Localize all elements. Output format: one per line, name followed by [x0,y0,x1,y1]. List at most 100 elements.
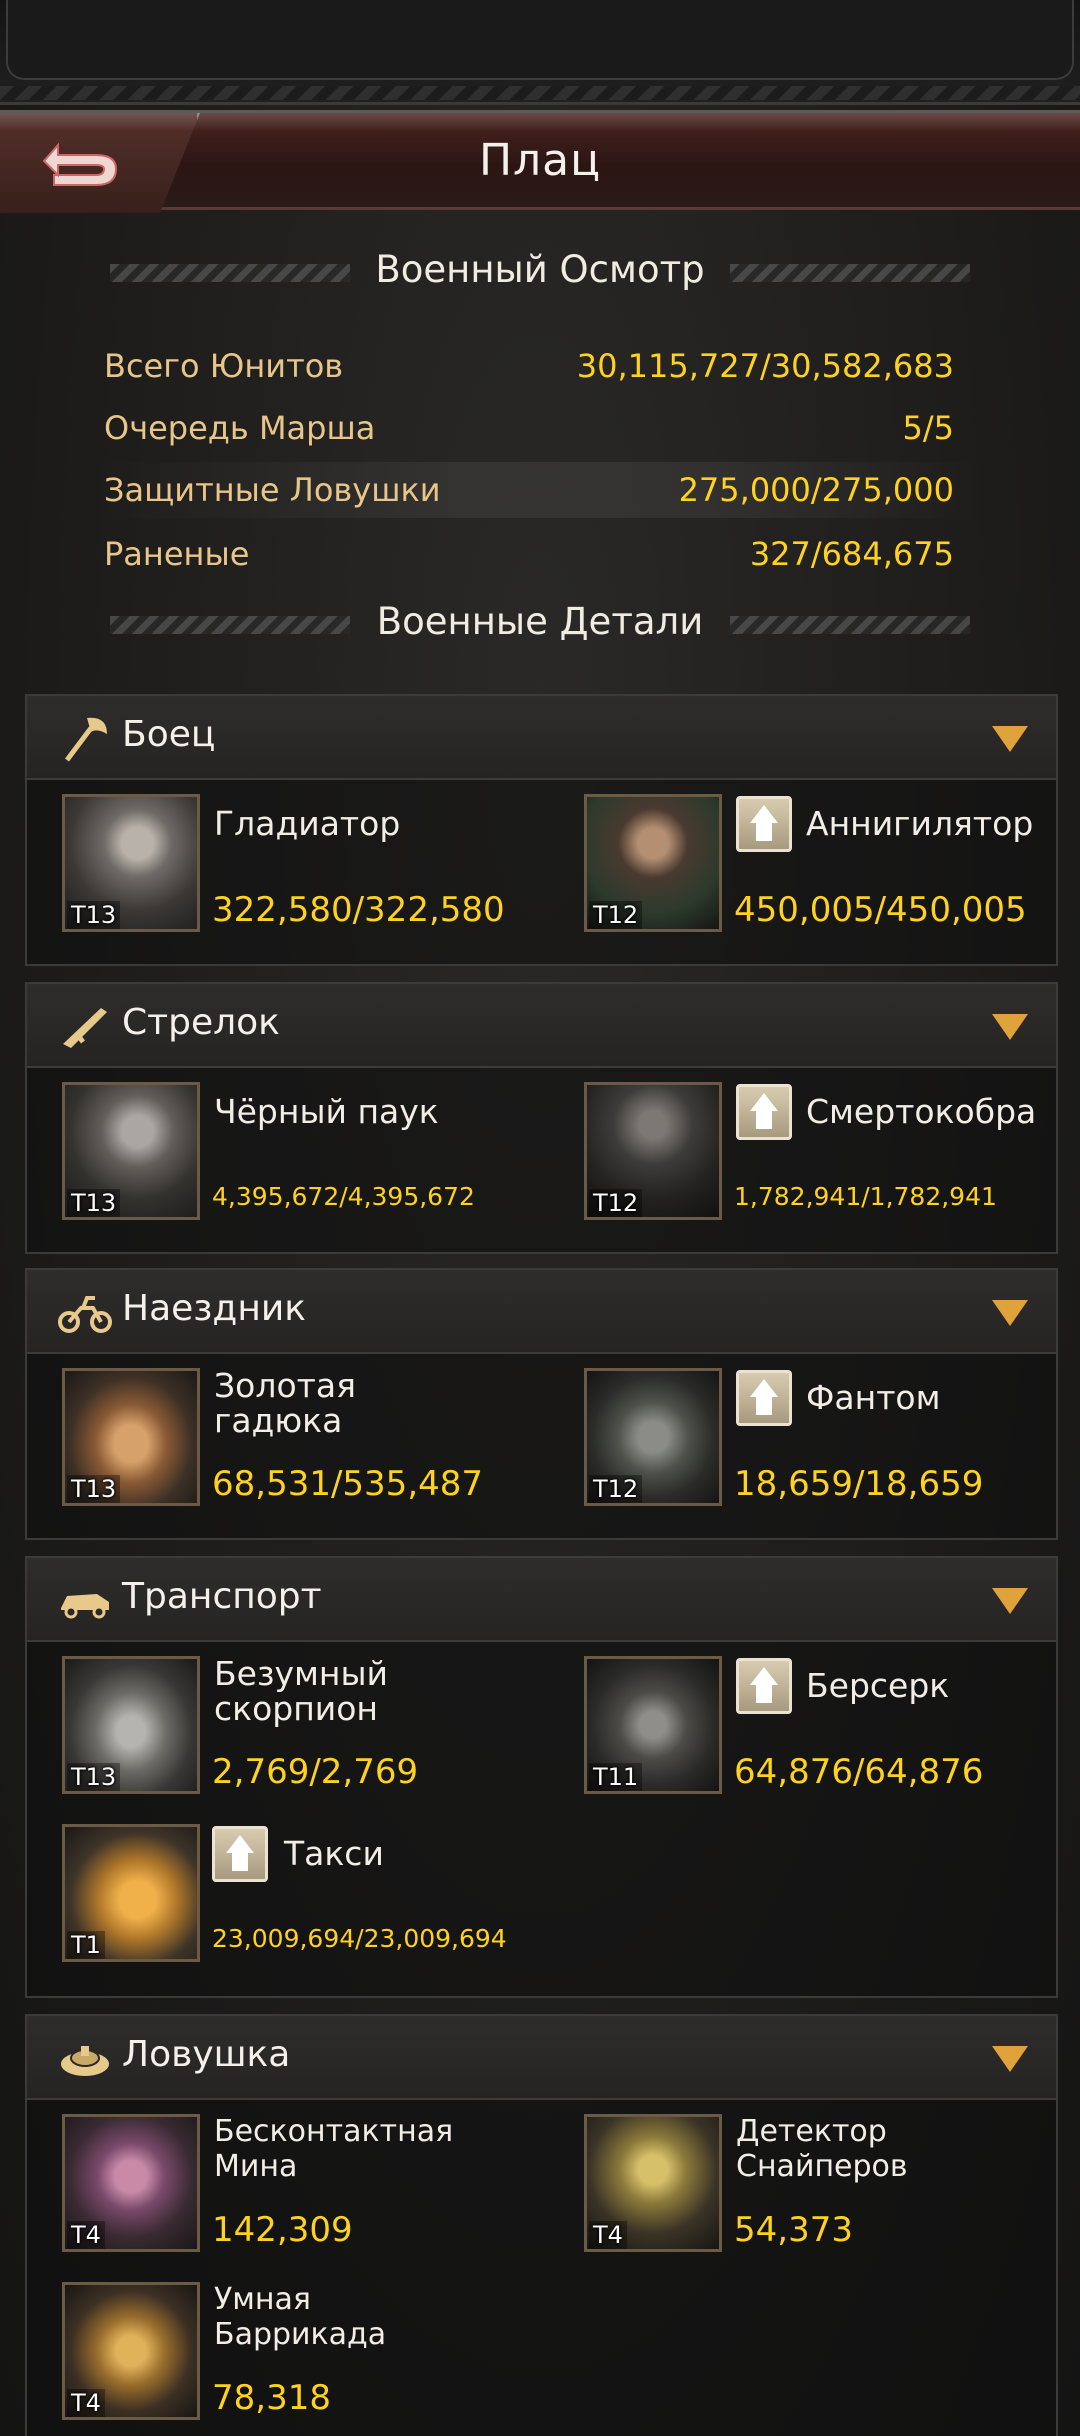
unit-tier: T13 [67,1189,121,1217]
category-header[interactable]: Боец [27,696,1056,780]
unit-name-line: Баррикада [214,2317,387,2352]
top-frame [0,0,1080,105]
category-name: Транспорт [122,1576,322,1617]
chevron-down-icon[interactable] [992,2046,1028,2072]
unit-portrait: T13 [62,794,200,932]
motorcycle-icon [58,1296,112,1333]
details-title: Военные Детали [0,600,1080,650]
upgrade-arrow-icon[interactable] [212,1826,268,1882]
car-icon [61,1594,109,1619]
unit-name-line: Умная [214,2282,311,2317]
stat-label: Всего Юнитов [104,347,344,385]
category-header[interactable]: Стрелок [27,984,1056,1068]
stat-row-defensive-traps: Защитные Ловушки 275,000/275,000 [90,462,990,518]
unit-item[interactable]: T12 Фантом 18,659/18,659 [584,1368,1064,1518]
unit-tier: T13 [67,1475,121,1503]
unit-item[interactable]: T1 Такси 23,009,694/23,009,694 [62,1824,542,1974]
unit-name: Берсерк [806,1666,950,1705]
unit-tier: T13 [67,901,121,929]
unit-portrait: T4 [62,2114,200,2252]
unit-name: Чёрный паук [214,1092,439,1131]
category-header[interactable]: Наездник [27,1270,1056,1354]
category-name: Наездник [122,1288,306,1329]
unit-tier: T12 [589,901,643,929]
hazard-stripes [0,86,1080,100]
stat-row-march-queue: Очередь Марша 5/5 [90,400,990,456]
chevron-down-icon[interactable] [992,1300,1028,1326]
page-title: Плац [478,135,602,186]
unit-tier: T11 [589,1763,643,1791]
unit-name-line: Мина [214,2149,298,2184]
unit-name: Гладиатор [214,804,401,843]
title-decoration-left [110,264,350,282]
stat-label: Раненые [104,535,250,573]
unit-item[interactable]: T13 Безумный скорпион 2,769/2,769 [62,1656,542,1806]
unit-item[interactable]: T4 Умная Баррикада 78,318 [62,2282,542,2432]
unit-portrait: T1 [62,1824,200,1962]
unit-item[interactable]: T4 Детектор Снайперов 54,373 [584,2114,1064,2264]
stat-value: 30,115,727/30,582,683 [576,347,954,385]
unit-portrait: T12 [584,794,722,932]
unit-name: Детектор Снайперов [736,2114,908,2184]
unit-name-line: Снайперов [736,2149,908,2184]
category-header[interactable]: Транспорт [27,1558,1056,1642]
stat-value: 5/5 [902,409,955,447]
chevron-down-icon[interactable] [992,1588,1028,1614]
unit-name: Фантом [806,1378,941,1417]
inspection-title: Военный Осмотр [0,248,1080,298]
unit-count: 4,395,672/4,395,672 [212,1182,475,1211]
unit-name: Безумный скорпион [214,1656,388,1726]
unit-name-line: Золотая [214,1366,356,1405]
chevron-down-icon[interactable] [992,1014,1028,1040]
unit-item[interactable]: T13 Гладиатор 322,580/322,580 [62,794,542,944]
unit-tier: T12 [589,1189,643,1217]
title-decoration-right [730,616,970,634]
unit-item[interactable]: T13 Золотая гадюка 68,531/535,487 [62,1368,542,1518]
unit-count: 23,009,694/23,009,694 [212,1924,507,1953]
inspection-title-text: Военный Осмотр [375,248,705,291]
unit-count: 68,531/535,487 [212,1464,484,1504]
unit-name-line: скорпион [214,1689,379,1728]
unit-name-line: Безумный [214,1654,388,1693]
stat-row-total-units: Всего Юнитов 30,115,727/30,582,683 [90,338,990,394]
upgrade-arrow-icon[interactable] [736,1370,792,1426]
axe-icon [65,717,107,762]
unit-count: 2,769/2,769 [212,1752,419,1792]
unit-item[interactable]: T13 Чёрный паук 4,395,672/4,395,672 [62,1082,542,1232]
stat-row-wounded: Раненые 327/684,675 [90,526,990,582]
unit-portrait: T13 [62,1656,200,1794]
unit-portrait: T13 [62,1368,200,1506]
category-name: Стрелок [122,1002,280,1043]
unit-item[interactable]: T11 Берсерк 64,876/64,876 [584,1656,1064,1806]
title-decoration-right [730,264,970,282]
landmine-icon [61,2046,109,2076]
chevron-down-icon[interactable] [992,726,1028,752]
stat-value: 275,000/275,000 [678,471,954,509]
unit-portrait: T4 [62,2282,200,2420]
unit-name: Золотая гадюка [214,1368,356,1438]
unit-item[interactable]: T12 Смертокобра 1,782,941/1,782,941 [584,1082,1064,1232]
stat-label: Очередь Марша [104,409,376,447]
category-name: Ловушка [122,2034,291,2075]
unit-tier: T1 [67,1931,105,1959]
unit-count: 64,876/64,876 [734,1752,984,1792]
unit-count: 54,373 [734,2210,853,2250]
unit-tier: T4 [67,2221,105,2249]
stat-value: 327/684,675 [749,535,954,573]
upgrade-arrow-icon[interactable] [736,1084,792,1140]
upgrade-arrow-icon[interactable] [736,796,792,852]
unit-name-line: Детектор [736,2114,887,2149]
unit-count: 18,659/18,659 [734,1464,984,1504]
rifle-icon [63,1008,107,1048]
category-shooter: Стрелок T13 Чёрный паук 4,395,672/4,395,… [25,982,1058,1254]
category-rider: Наездник T13 Золотая гадюка 68,531/535,4… [25,1268,1058,1540]
unit-item[interactable]: T12 Аннигилятор 450,005/450,005 [584,794,1064,944]
unit-name: Смертокобра [806,1092,1037,1131]
upgrade-arrow-icon[interactable] [736,1658,792,1714]
unit-item[interactable]: T4 Бесконтактная Мина 142,309 [62,2114,542,2264]
unit-name: Аннигилятор [806,804,1034,843]
category-fighter: Боец T13 Гладиатор 322,580/322,580 T12 А… [25,694,1058,966]
unit-name: Такси [284,1834,384,1873]
category-trap: Ловушка T4 Бесконтактная Мина 142,309 T4… [25,2014,1058,2436]
category-header[interactable]: Ловушка [27,2016,1056,2100]
